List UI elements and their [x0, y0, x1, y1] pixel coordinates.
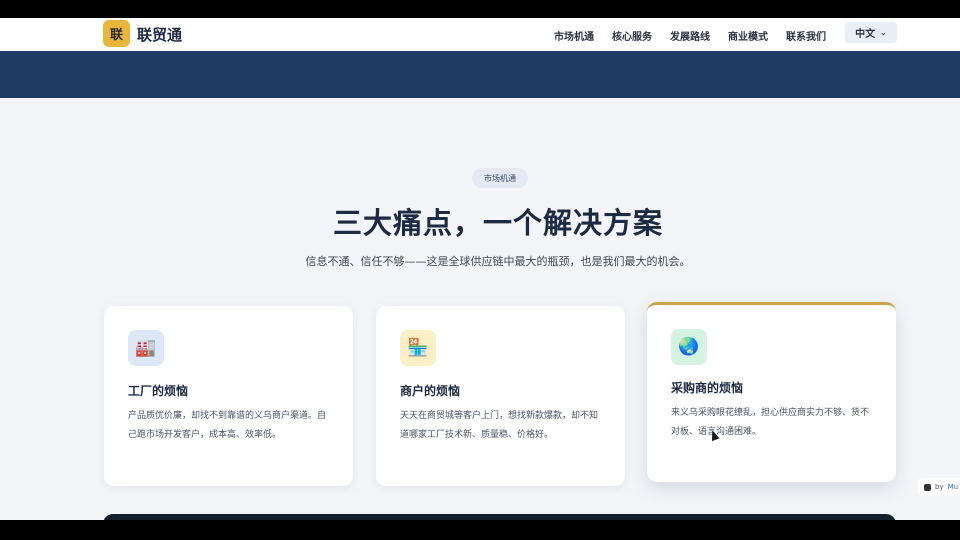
language-label: 中文 [855, 29, 876, 40]
watermark-badge[interactable]: by Mu [918, 478, 960, 496]
nav-item-business-model[interactable]: 商业模式 [728, 28, 768, 43]
section-tag: 市场机通 [472, 168, 528, 188]
card-title: 商户的烦恼 [400, 384, 461, 398]
factory-icon: 🏭 [128, 330, 164, 366]
globe-icon: 🌏 [671, 329, 707, 365]
card-description: 来义乌采购眼花缭乱，担心供应商实力不够、货不对板、语言沟通困难。 [671, 408, 870, 437]
chevron-down-icon: ⌄ [880, 28, 887, 37]
card-shop[interactable]: 🏪 商户的烦恼 天天在商贸城等客户上门，想找新款爆款，却不知道哪家工厂技术新、质… [376, 306, 625, 486]
nav-item-contact[interactable]: 联系我们 [786, 28, 826, 43]
nav-item-services[interactable]: 核心服务 [612, 28, 652, 43]
hero-banner [0, 51, 960, 98]
card-factory[interactable]: 🏭 工厂的烦恼 产品质优价廉，却找不到靠谱的义乌商户渠道。自己跑市场开发客户，成… [104, 306, 353, 486]
section-subtext: 信息不通、信任不够——这是全球供应链中最大的瓶颈，也是我们最大的机会。 [305, 255, 691, 268]
card-title: 采购商的烦恼 [671, 381, 744, 395]
shop-icon: 🏪 [400, 330, 436, 366]
nav-item-market[interactable]: 市场机通 [554, 28, 594, 43]
nav-item-roadmap[interactable]: 发展路线 [670, 28, 710, 43]
card-description: 天天在商贸城等客户上门，想找新款爆款，却不知道哪家工厂技术新、质量稳、价格好。 [400, 411, 599, 440]
next-section-panel [103, 514, 896, 520]
card-description: 产品质优价廉，却找不到靠谱的义乌商户渠道。自己跑市场开发客户，成本高、效率低。 [128, 411, 327, 440]
card-title: 工厂的烦恼 [128, 384, 189, 398]
language-selector[interactable]: 中文 ⌄ [845, 22, 897, 43]
section-heading: 三大痛点，一个解决方案 [332, 206, 663, 240]
top-navbar: 联 联贸通 市场机通 核心服务 发展路线 商业模式 联系我们 中文 ⌄ [0, 18, 960, 51]
badge-brand: Mu [947, 483, 959, 491]
logo-icon[interactable]: 联 [103, 20, 130, 47]
brand-name[interactable]: 联贸通 [137, 24, 182, 45]
page-frame: 联 联贸通 市场机通 核心服务 发展路线 商业模式 联系我们 中文 ⌄ 市场机通… [0, 18, 960, 520]
badge-by: by [935, 483, 944, 491]
card-buyer[interactable]: 🌏 采购商的烦恼 来义乌采购眼花缭乱，担心供应商实力不够、货不对板、语言沟通困难… [647, 302, 896, 482]
badge-logo-icon [924, 483, 931, 491]
